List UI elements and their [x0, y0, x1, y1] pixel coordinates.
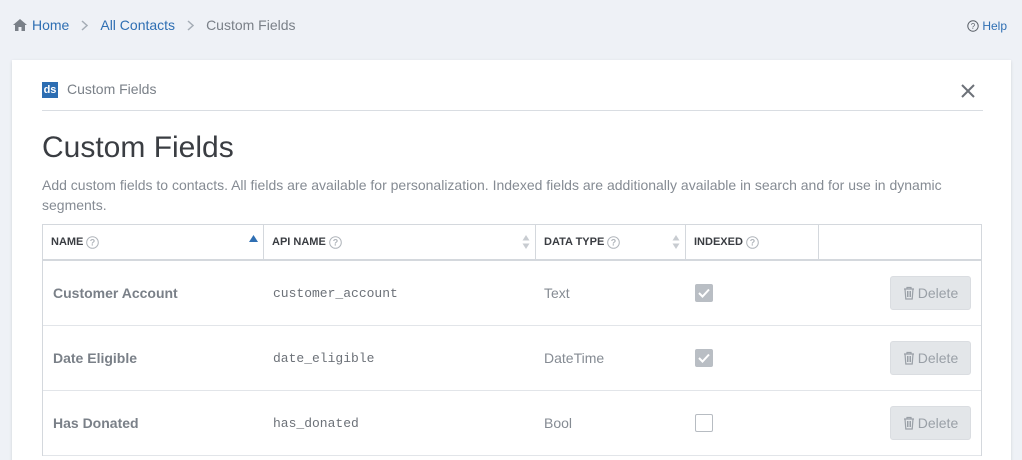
breadcrumb-home-link[interactable]: Home: [32, 17, 69, 33]
delete-label: Delete: [917, 350, 959, 366]
panel-header: ds Custom Fields: [42, 80, 983, 111]
field-name: Date Eligible: [53, 350, 138, 366]
question-circle-icon[interactable]: ?: [86, 235, 100, 249]
svg-text:?: ?: [750, 237, 756, 247]
breadcrumb: Home All Contacts Custom Fields: [12, 16, 296, 34]
table-row: Has Donated has_donated Bool Delete: [43, 391, 981, 456]
help-link[interactable]: ? Help: [967, 19, 1007, 33]
column-header-data-type[interactable]: DATA TYPE ?: [536, 225, 686, 259]
field-name: Customer Account: [53, 285, 178, 301]
field-name: Has Donated: [53, 415, 139, 431]
question-circle-icon[interactable]: ?: [746, 235, 759, 249]
sort-icon[interactable]: [522, 234, 530, 253]
question-circle-icon[interactable]: ?: [607, 235, 621, 249]
trash-icon: [903, 416, 915, 430]
field-data-type: Text: [544, 285, 570, 301]
page-title: Custom Fields: [42, 131, 234, 164]
checkmark-icon: [698, 288, 710, 298]
indexed-checkbox[interactable]: [695, 414, 713, 432]
breadcrumb-contacts-link[interactable]: All Contacts: [100, 17, 175, 33]
delete-label: Delete: [917, 285, 959, 301]
sort-icon[interactable]: [672, 234, 680, 253]
chevron-right-icon: [81, 19, 89, 31]
delete-button[interactable]: Delete: [890, 406, 971, 440]
svg-text:?: ?: [611, 237, 617, 247]
close-icon[interactable]: [959, 82, 977, 100]
column-label-indexed: INDEXED: [694, 236, 743, 248]
table-header: NAME ? API NAME ? DATA TYPE ? INDEXED ?: [43, 225, 981, 261]
page-description: Add custom fields to contacts. All field…: [42, 177, 942, 213]
field-data-type: DateTime: [544, 350, 605, 366]
column-header-api-name[interactable]: API NAME ?: [264, 225, 536, 259]
help-label: Help: [982, 19, 1007, 33]
panel-app-name: Custom Fields: [67, 81, 157, 97]
field-data-type: Bool: [544, 415, 573, 431]
custom-fields-panel: ds Custom Fields Custom Fields Add custo…: [12, 60, 1011, 460]
sort-ascending-icon[interactable]: [249, 234, 258, 246]
question-circle-icon: ?: [967, 20, 980, 32]
trash-icon: [903, 351, 915, 365]
trash-icon: [903, 286, 915, 300]
delete-label: Delete: [917, 415, 959, 431]
chevron-right-icon: [187, 19, 195, 31]
table-row: Date Eligible date_eligible DateTime Del…: [43, 326, 981, 391]
delete-button[interactable]: Delete: [890, 276, 971, 310]
svg-text:?: ?: [971, 22, 976, 31]
question-circle-icon[interactable]: ?: [328, 235, 342, 249]
column-label-name: NAME: [51, 236, 84, 248]
table-row: Customer Account customer_account Text D…: [43, 261, 981, 326]
indexed-checkbox[interactable]: [695, 284, 713, 302]
checkmark-icon: [698, 353, 710, 363]
custom-fields-table: NAME ? API NAME ? DATA TYPE ? INDEXED ? …: [42, 224, 982, 456]
column-header-name[interactable]: NAME ?: [43, 225, 264, 259]
field-api-name: date_eligible: [273, 350, 375, 366]
app-logo: ds: [42, 82, 58, 98]
breadcrumb-current: Custom Fields: [206, 17, 296, 33]
field-api-name: has_donated: [273, 415, 359, 431]
delete-button[interactable]: Delete: [890, 341, 971, 375]
column-header-actions: [819, 225, 981, 259]
field-api-name: customer_account: [273, 285, 398, 301]
column-header-indexed: INDEXED ?: [686, 225, 819, 259]
home-icon[interactable]: [12, 18, 28, 32]
svg-text:?: ?: [90, 237, 96, 247]
svg-text:?: ?: [333, 237, 339, 247]
column-label-data-type: DATA TYPE: [544, 236, 605, 248]
indexed-checkbox[interactable]: [695, 349, 713, 367]
column-label-api-name: API NAME: [272, 236, 326, 248]
